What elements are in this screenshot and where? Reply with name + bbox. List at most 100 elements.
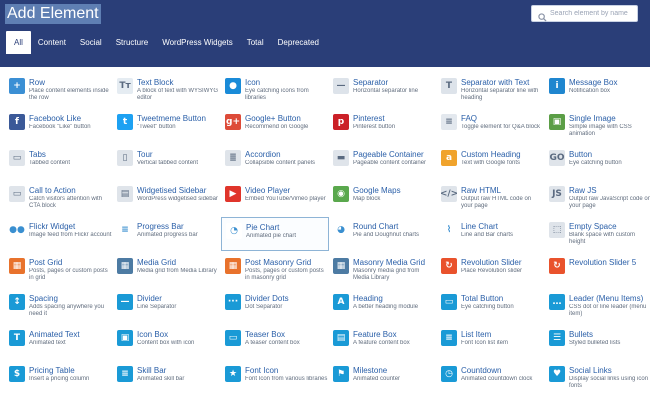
- element-total-button[interactable]: ▭ Total Button Eye catching button: [437, 289, 545, 323]
- element-google-maps[interactable]: ◉ Google Maps Map block: [329, 181, 437, 215]
- tab-deprecated[interactable]: Deprecated: [271, 31, 326, 54]
- element-name: Feature Box: [353, 330, 397, 339]
- element-empty-space[interactable]: ⬚ Empty Space Blank space with custom heig…: [545, 217, 650, 251]
- element-description: Content box with icon: [137, 340, 195, 346]
- element-font-icon[interactable]: ★ Font Icon Font Icon from various librari…: [221, 361, 329, 395]
- element-name: Tweetmeme Button: [137, 114, 206, 123]
- element-description: Recommend on Google: [245, 124, 309, 130]
- element-message-box[interactable]: i Message Box Notification box: [545, 73, 650, 107]
- search-input[interactable]: [550, 7, 636, 20]
- element-faq[interactable]: ≡ FAQ Toggle element for Q&A block: [437, 109, 545, 143]
- tour-icon: ▯: [117, 150, 133, 166]
- element-icon-box[interactable]: ▣ Icon Box Content box with icon: [113, 325, 221, 359]
- element-name: Raw HTML: [461, 186, 502, 195]
- element-milestone[interactable]: ⚑ Milestone Animated counter: [329, 361, 437, 395]
- element-pricing-table[interactable]: $ Pricing Table Insert a pricing column: [5, 361, 113, 395]
- element-tour[interactable]: ▯ Tour Vertical tabbed content: [113, 145, 221, 179]
- tab-wordpress-widgets[interactable]: WordPress Widgets: [155, 31, 240, 54]
- element-text-block[interactable]: Tт Text Block A block of text with WYSIWYG…: [113, 73, 221, 107]
- element-pie-chart[interactable]: ◔ Pie Chart Animated pie chart: [221, 217, 329, 251]
- element-description: Masonry media grid from Media Library: [353, 268, 420, 281]
- element-masonry-media-grid[interactable]: ▦ Masonry Media Grid Masonry media grid fr…: [329, 253, 437, 287]
- tab-content[interactable]: Content: [31, 31, 73, 54]
- element-description: Embed YouTube/Vimeo player: [245, 196, 326, 202]
- element-description: Font Icon from various libraries: [245, 376, 328, 382]
- element-feature-box[interactable]: ▤ Feature Box A feature content box: [329, 325, 437, 359]
- element-line-chart[interactable]: ⌇ Line Chart Line and Bar charts: [437, 217, 545, 251]
- element-social-links[interactable]: ♥ Social Links Display social links using …: [545, 361, 650, 395]
- element-row[interactable]: + Row Place content elements inside the ro…: [5, 73, 113, 107]
- pageable-icon: ▬: [333, 150, 349, 166]
- element-name: Pageable Container: [353, 150, 424, 159]
- element-description: Animated text: [29, 340, 66, 346]
- element-name: Icon: [245, 78, 261, 87]
- element-progress-bar[interactable]: ≡ Progress Bar Animated progress bar: [113, 217, 221, 251]
- element-post-masonry-grid[interactable]: ▦ Post Masonry Grid Posts, pages or custom…: [221, 253, 329, 287]
- element-facebook-like[interactable]: f Facebook Like Facebook "Like" button: [5, 109, 113, 143]
- element-bullets[interactable]: ☰ Bullets Styled bulleted lists: [545, 325, 650, 359]
- search-box[interactable]: [531, 5, 638, 22]
- element-icon[interactable]: ● Icon Eye catching icons from libraries: [221, 73, 329, 107]
- element-name: Teaser Box: [245, 330, 286, 339]
- element-accordion[interactable]: ≣ Accordion Collapsible content panels: [221, 145, 329, 179]
- element-google-button[interactable]: g+ Google+ Button Recommend on Google: [221, 109, 329, 143]
- element-separator-with-text[interactable]: T Separator with Text Horizontal separator…: [437, 73, 545, 107]
- element-separator[interactable]: — Separator Horizontal separator line: [329, 73, 437, 107]
- bullets-icon: ☰: [549, 330, 565, 346]
- element-revolution-slider-5[interactable]: ↻ Revolution Slider 5: [545, 253, 650, 287]
- element-revolution-slider[interactable]: ↻ Revolution Slider Place Revolution slide…: [437, 253, 545, 287]
- element-button[interactable]: GO Button Eye catching button: [545, 145, 650, 179]
- tab-social[interactable]: Social: [73, 31, 109, 54]
- element-description: Facebook "Like" button: [29, 124, 91, 130]
- element-divider-dots[interactable]: ··· Divider Dots Dot Separator: [221, 289, 329, 323]
- element-pageable-container[interactable]: ▬ Pageable Container Pageable content cont…: [329, 145, 437, 179]
- element-description: Insert a pricing column: [29, 376, 90, 382]
- element-spacing[interactable]: ↕ Spacing Adds spacing anywhere you need i…: [5, 289, 113, 323]
- element-countdown[interactable]: ◷ Countdown Animated countdown clock: [437, 361, 545, 395]
- element-name: Pricing Table: [29, 366, 75, 375]
- element-animated-text[interactable]: T Animated Text Animated text: [5, 325, 113, 359]
- tab-structure[interactable]: Structure: [109, 31, 155, 54]
- element-skill-bar[interactable]: ≡ Skill Bar Animated skill bar: [113, 361, 221, 395]
- element-custom-heading[interactable]: a Custom Heading Text with Google fonts: [437, 145, 545, 179]
- element-raw-html[interactable]: </> Raw HTML Output raw HTML code on your …: [437, 181, 545, 215]
- font-icon-icon: ★: [225, 366, 241, 382]
- element-widgetised-sidebar[interactable]: ▤ Widgetised Sidebar WordPress widgetised …: [113, 181, 221, 215]
- element-teaser-box[interactable]: ▭ Teaser Box A teaser content box: [221, 325, 329, 359]
- separator-text-icon: T: [441, 78, 457, 94]
- element-flickr-widget[interactable]: ●● Flickr Widget Image feed from Flickr ac…: [5, 217, 113, 251]
- element-heading[interactable]: A Heading A better heading module: [329, 289, 437, 323]
- element-description: Text with Google fonts: [461, 160, 521, 166]
- twitter-icon: t: [117, 114, 133, 130]
- element-divider[interactable]: — Divider Line Separator: [113, 289, 221, 323]
- element-media-grid[interactable]: ▦ Media Grid Media grid from Media Library: [113, 253, 221, 287]
- element-name: Widgetised Sidebar: [137, 186, 207, 195]
- element-description: "Tweet" button: [137, 124, 176, 130]
- element-video-player[interactable]: ▶ Video Player Embed YouTube/Vimeo player: [221, 181, 329, 215]
- social-links-icon: ♥: [549, 366, 565, 382]
- element-leader-menu-items[interactable]: … Leader (Menu Items) CSS dot or line lead…: [545, 289, 650, 323]
- element-post-grid[interactable]: ▦ Post Grid Posts, pages or custom posts i…: [5, 253, 113, 287]
- element-name: Pinterest: [353, 114, 385, 123]
- tab-total[interactable]: Total: [240, 31, 271, 54]
- element-name: Masonry Media Grid: [353, 258, 426, 267]
- element-description: A feature content box: [353, 340, 410, 346]
- element-name: Milestone: [353, 366, 388, 375]
- element-single-image[interactable]: ▣ Single Image Simple image with CSS anima…: [545, 109, 650, 143]
- tab-all[interactable]: All: [6, 31, 31, 54]
- divider-dots-icon: ···: [225, 294, 241, 310]
- element-tabs[interactable]: ▭ Tabs Tabbed content: [5, 145, 113, 179]
- element-name: Pie Chart: [246, 223, 280, 232]
- element-round-chart[interactable]: ◕ Round Chart Pie and Doughnut charts: [329, 217, 437, 251]
- sidebar-icon: ▤: [117, 186, 133, 202]
- animated-text-icon: T: [9, 330, 25, 346]
- element-description: Adds spacing anywhere you need it: [29, 304, 105, 317]
- element-description: Animated progress bar: [137, 232, 198, 238]
- element-raw-js[interactable]: JS Raw JS Output raw JavaScript code on yo…: [545, 181, 650, 215]
- modal-header: Add Element AllContentSocialStructureWor…: [0, 0, 650, 67]
- empty-space-icon: ⬚: [549, 222, 565, 238]
- element-pinterest[interactable]: p Pinterest Pinterest button: [329, 109, 437, 143]
- element-list-item[interactable]: ≡ List Item Font Icon list item: [437, 325, 545, 359]
- element-tweetmeme-button[interactable]: t Tweetmeme Button "Tweet" button: [113, 109, 221, 143]
- element-call-to-action[interactable]: ▭ Call to Action Catch visitors attention …: [5, 181, 113, 215]
